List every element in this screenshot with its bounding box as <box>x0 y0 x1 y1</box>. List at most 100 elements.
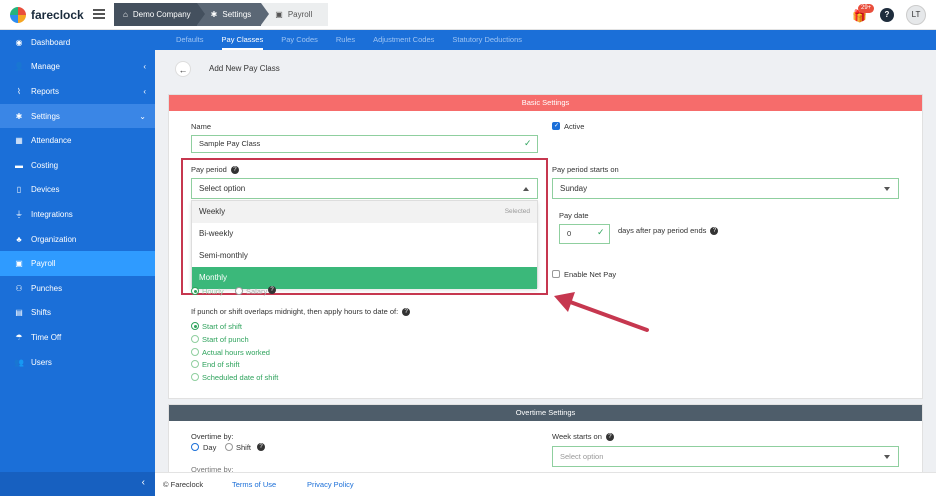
notifications-gift-icon[interactable]: 🎁 29+ <box>852 4 875 23</box>
sidebar-item-users[interactable]: 👥 Users <box>0 350 155 375</box>
active-checkbox[interactable] <box>552 122 560 130</box>
tab-pay-classes[interactable]: Pay Classes <box>221 30 263 50</box>
tab-pay-codes[interactable]: Pay Codes <box>281 30 318 50</box>
caret-down-icon <box>884 455 890 459</box>
users-icon: 👥 <box>14 357 24 367</box>
midnight-label: If punch or shift overlaps midnight, the… <box>191 307 411 317</box>
sidebar-collapse-button[interactable]: ‹ <box>0 472 155 496</box>
breadcrumb: ⌂ Demo Company ✱ Settings ▣ Payroll <box>114 3 329 26</box>
basic-settings-header: Basic Settings <box>169 95 922 111</box>
sidebar-item-manage[interactable]: 👤 Manage ‹ <box>0 55 155 80</box>
sidebar-item-time-off[interactable]: ☂ Time Off <box>0 325 155 350</box>
midnight-option-label: Start of shift <box>202 322 243 331</box>
help-icon[interactable]: ? <box>257 443 265 451</box>
payroll-icon: ▣ <box>275 10 283 19</box>
plug-icon: ⏚ <box>15 209 23 219</box>
net-pay-checkbox[interactable] <box>552 270 560 278</box>
overtime-shift-radio[interactable] <box>225 443 233 451</box>
overtime-day-radio[interactable] <box>191 443 199 451</box>
breadcrumb-settings[interactable]: ✱ Settings <box>196 3 270 26</box>
sidebar-item-label: Manage <box>31 62 60 72</box>
sidebar-item-shifts[interactable]: ▤ Shifts <box>0 301 155 326</box>
sidebar-item-dashboard[interactable]: ◉ Dashboard <box>0 30 155 55</box>
user-icon: 👤 <box>14 62 24 72</box>
help-icon[interactable]: ? <box>402 308 411 317</box>
midnight-label-text: If punch or shift overlaps midnight, the… <box>191 307 399 316</box>
midnight-option-radio[interactable] <box>191 322 199 330</box>
net-pay-label: Enable Net Pay <box>564 270 617 279</box>
sidebar-item-reports[interactable]: ⌇ Reports ‹ <box>0 79 155 104</box>
org-icon: ♣ <box>16 234 22 244</box>
chart-icon: ⌇ <box>17 86 21 96</box>
sidebar-item-settings[interactable]: ✱ Settings ⌄ <box>0 103 155 129</box>
midnight-option-radio[interactable] <box>191 335 199 343</box>
hourly-label: Hourly <box>202 287 224 296</box>
valid-check-icon: ✓ <box>524 138 532 148</box>
device-icon: ▯ <box>16 185 22 195</box>
valid-check-icon: ✓ <box>597 227 605 237</box>
privacy-link[interactable]: Privacy Policy <box>307 480 354 489</box>
tab-rules[interactable]: Rules <box>336 30 355 50</box>
overtime-by-label: Overtime by: <box>191 432 234 441</box>
breadcrumb-label: Demo Company <box>132 10 191 19</box>
tab-statutory-deductions[interactable]: Statutory Deductions <box>452 30 522 50</box>
midnight-option-radio[interactable] <box>191 360 199 368</box>
tab-defaults[interactable]: Defaults <box>176 30 204 50</box>
sidebar-item-label: Settings <box>31 111 60 121</box>
sidebar-item-label: Punches <box>31 283 63 293</box>
sidebar-item-organization[interactable]: ♣ Organization <box>0 227 155 252</box>
active-label: Active <box>564 122 585 131</box>
caret-down-icon <box>884 187 890 191</box>
fareclock-logo-icon <box>10 7 26 23</box>
page-header: ← Add New Pay Class <box>155 50 936 88</box>
umbrella-icon: ☂ <box>15 332 23 342</box>
starts-on-value: Sunday <box>560 184 588 193</box>
week-starts-label: Week starts on? <box>552 432 614 442</box>
hamburger-menu-icon[interactable] <box>93 9 105 19</box>
sidebar-item-label: Reports <box>31 86 60 96</box>
starts-on-select[interactable]: Sunday <box>552 178 899 199</box>
chevron-left-icon: ‹ <box>143 62 146 72</box>
help-icon[interactable]: ? <box>268 286 276 294</box>
dashboard-icon: ◉ <box>15 37 23 47</box>
logo[interactable]: fareclock <box>10 7 84 23</box>
midnight-option-radio[interactable] <box>191 348 199 356</box>
sidebar-item-label: Integrations <box>31 209 73 219</box>
sidebar: ◉ Dashboard 👤 Manage ‹ ⌇ Reports ‹ ✱ Settings ⌄… <box>0 30 155 496</box>
help-icon[interactable]: ? <box>710 227 719 236</box>
gear-icon: ✱ <box>15 111 23 121</box>
help-icon[interactable]: ? <box>605 433 614 442</box>
help-icon[interactable]: ? <box>880 8 894 22</box>
terms-link[interactable]: Terms of Use <box>232 480 276 489</box>
sidebar-item-attendance[interactable]: ▦ Attendance <box>0 128 155 153</box>
attendance-icon: ▦ <box>15 136 23 146</box>
sidebar-item-punches[interactable]: ⚇ Punches <box>0 276 155 301</box>
back-arrow-icon[interactable]: ← <box>175 61 191 77</box>
breadcrumb-demo-company[interactable]: ⌂ Demo Company <box>114 3 205 26</box>
chevron-left-icon: ‹ <box>141 477 145 488</box>
settings-tabs: Defaults Pay Classes Pay Codes Rules Adj… <box>155 30 936 50</box>
top-bar: fareclock ⌂ Demo Company ✱ Settings ▣ Pa… <box>0 0 936 30</box>
midnight-option-label: Start of punch <box>202 335 249 344</box>
sidebar-item-label: Organization <box>31 234 77 244</box>
sidebar-item-label: Payroll <box>31 259 56 269</box>
tab-adjustment-codes[interactable]: Adjustment Codes <box>373 30 434 50</box>
week-starts-select[interactable]: Select option <box>552 446 899 467</box>
hourly-radio[interactable] <box>191 287 199 295</box>
breadcrumb-payroll[interactable]: ▣ Payroll <box>261 3 329 26</box>
footer: © Fareclock Terms of Use Privacy Policy <box>155 472 936 496</box>
avatar[interactable]: LT <box>906 5 926 25</box>
sidebar-item-devices[interactable]: ▯ Devices <box>0 178 155 203</box>
overtime-day-label: Day <box>203 443 217 452</box>
sidebar-item-costing[interactable]: ▬ Costing <box>0 153 155 178</box>
name-input[interactable]: Sample Pay Class <box>191 135 538 153</box>
gear-icon: ✱ <box>210 10 218 19</box>
midnight-option-radio[interactable] <box>191 373 199 381</box>
midnight-option-label: End of shift <box>202 360 240 369</box>
starts-on-label: Pay period starts on <box>552 165 619 174</box>
sidebar-item-integrations[interactable]: ⏚ Integrations <box>0 202 155 227</box>
salary-radio[interactable] <box>235 287 243 295</box>
pay-date-suffix: days after pay period ends? <box>618 226 719 236</box>
sidebar-item-payroll[interactable]: ▣ Payroll <box>0 251 155 276</box>
name-label: Name <box>191 122 212 131</box>
